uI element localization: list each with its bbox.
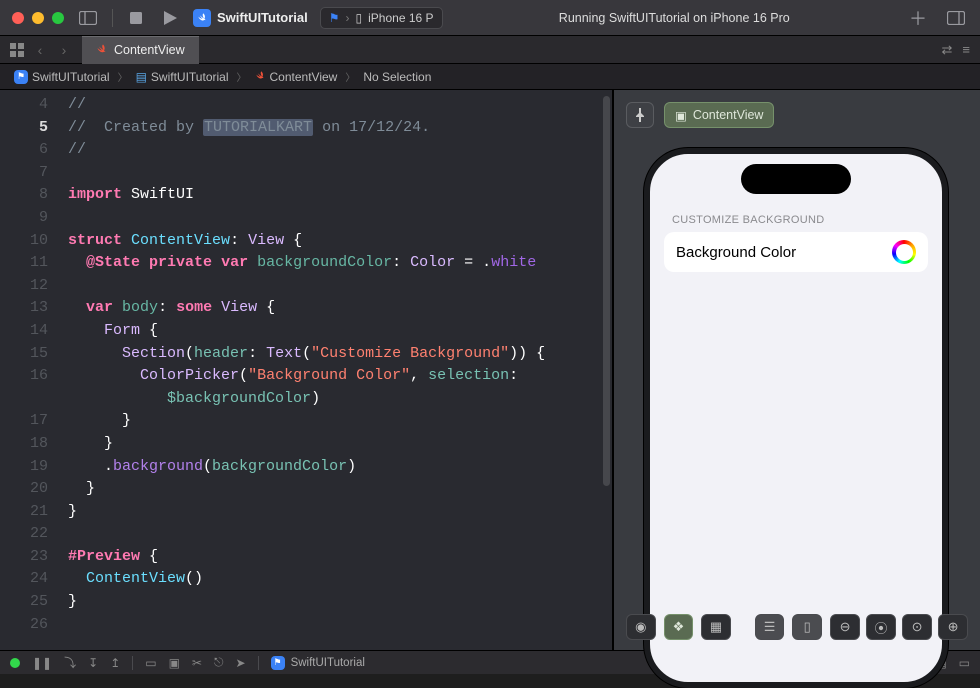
run-destination[interactable]: ⚑ › ▯ iPhone 16 P — [320, 7, 443, 29]
nav-back-button[interactable]: ‹ — [30, 42, 50, 58]
step-out-icon[interactable]: ↥ — [110, 656, 120, 670]
related-items-icon[interactable] — [8, 40, 26, 60]
dynamic-island — [741, 164, 851, 194]
tabbar: ‹ › ContentView ⇄ ≡ — [0, 36, 980, 64]
orientation-button[interactable]: ▯ — [792, 614, 822, 640]
editor-layout-icon[interactable]: ≡ — [962, 42, 970, 58]
row-label: Background Color — [676, 244, 796, 261]
scrollbar-vertical[interactable] — [603, 96, 610, 486]
adjust-editor-icon[interactable]: ⇄ — [942, 42, 953, 58]
memory-graph-icon[interactable]: ▣ — [169, 656, 180, 670]
pin-preview-button[interactable] — [626, 102, 654, 128]
add-button[interactable]: ＋ — [906, 8, 930, 28]
pin-icon — [634, 108, 646, 122]
source-editor[interactable]: 4567891011121314151617181920212223242526… — [0, 90, 612, 650]
selectable-preview-button[interactable]: ❖ — [664, 614, 694, 640]
preview-struct-icon: ▣ — [675, 108, 687, 123]
crumb-project: ⚑ SwiftUITutorial — [10, 70, 114, 84]
step-into-icon[interactable]: ↧ — [88, 656, 98, 670]
device-settings-button[interactable]: ☰ — [755, 614, 785, 640]
crumb-folder: ▤ SwiftUITutorial — [132, 70, 233, 84]
color-well[interactable] — [892, 240, 916, 264]
stop-button[interactable] — [125, 12, 147, 24]
crumb-file: ContentView — [251, 70, 342, 84]
destination-app-icon: ⚑ — [329, 11, 340, 25]
destination-label: iPhone 16 P — [368, 11, 433, 25]
debug-view-icon[interactable]: ▭ — [145, 656, 156, 670]
tab-filename: ContentView — [114, 43, 185, 57]
zoom-fit-button[interactable]: ⊙ — [902, 614, 932, 640]
line-gutter: 4567891011121314151617181920212223242526 — [0, 90, 58, 650]
editor-tab[interactable]: ContentView — [82, 36, 199, 64]
sidebar-toggle-icon[interactable] — [76, 8, 100, 28]
swift-file-icon — [96, 43, 108, 58]
app-icon — [193, 9, 211, 27]
project-name: SwiftUITutorial — [217, 10, 308, 25]
nav-forward-button[interactable]: › — [54, 42, 74, 58]
chevron-right-icon: 〉 — [235, 69, 249, 84]
code-area[interactable]: //// Created by TUTORIALKART on 17/12/24… — [68, 94, 600, 636]
chevron-right-icon: 〉 — [343, 69, 357, 84]
window-controls — [12, 12, 64, 24]
minimize-window-button[interactable] — [32, 12, 44, 24]
preview-label: ContentView — [693, 108, 764, 122]
scheme-selector[interactable]: SwiftUITutorial — [193, 9, 308, 27]
crumb-selection: No Selection — [359, 70, 435, 84]
status-indicator — [10, 658, 20, 668]
folder-icon: ▤ — [136, 70, 147, 84]
environment-icon[interactable]: ✂ — [192, 656, 202, 670]
zoom-actual-button[interactable]: ⦿ — [866, 614, 896, 640]
close-window-button[interactable] — [12, 12, 24, 24]
swift-file-icon — [255, 70, 266, 84]
form-section-header: CUSTOMIZE BACKGROUND — [664, 214, 928, 232]
zoom-window-button[interactable] — [52, 12, 64, 24]
toggle-console-icon[interactable]: ▭ — [959, 656, 970, 670]
process-selector[interactable]: ⚑ SwiftUITutorial — [271, 656, 365, 670]
zoom-out-button[interactable]: ⊖ — [830, 614, 860, 640]
run-button[interactable] — [159, 11, 181, 25]
variants-button[interactable]: ▦ — [701, 614, 731, 640]
jump-bar[interactable]: ⚑ SwiftUITutorial 〉 ▤ SwiftUITutorial 〉 … — [0, 64, 980, 90]
zoom-in-button[interactable]: ⊕ — [938, 614, 968, 640]
preview-selector[interactable]: ▣ ContentView — [664, 102, 774, 128]
phone-icon: ▯ — [356, 11, 363, 25]
preview-canvas: ▣ ContentView CUSTOMIZE BACKGROUND Backg… — [612, 90, 980, 650]
titlebar: SwiftUITutorial ⚑ › ▯ iPhone 16 P Runnin… — [0, 0, 980, 36]
app-icon: ⚑ — [271, 656, 285, 670]
color-picker-row[interactable]: Background Color — [664, 232, 928, 272]
step-over-icon[interactable]: ⤵ — [64, 654, 76, 671]
simulator-frame: CUSTOMIZE BACKGROUND Background Color — [644, 148, 948, 688]
pause-icon[interactable]: ❚❚ — [32, 656, 52, 670]
live-preview-button[interactable]: ◉ — [626, 614, 656, 640]
chevron-right-icon: 〉 — [116, 69, 130, 84]
location-icon[interactable]: ➤ — [236, 656, 246, 670]
simulate-location-icon[interactable]: ⎋ — [214, 655, 224, 670]
app-icon: ⚑ — [14, 70, 28, 84]
activity-status: Running SwiftUITutorial on iPhone 16 Pro — [455, 11, 894, 25]
canvas-bottom-toolbar: ◉ ❖ ▦ ☰ ▯ ⊖ ⦿ ⊙ ⊕ — [626, 614, 968, 640]
library-toggle-icon[interactable] — [944, 8, 968, 28]
